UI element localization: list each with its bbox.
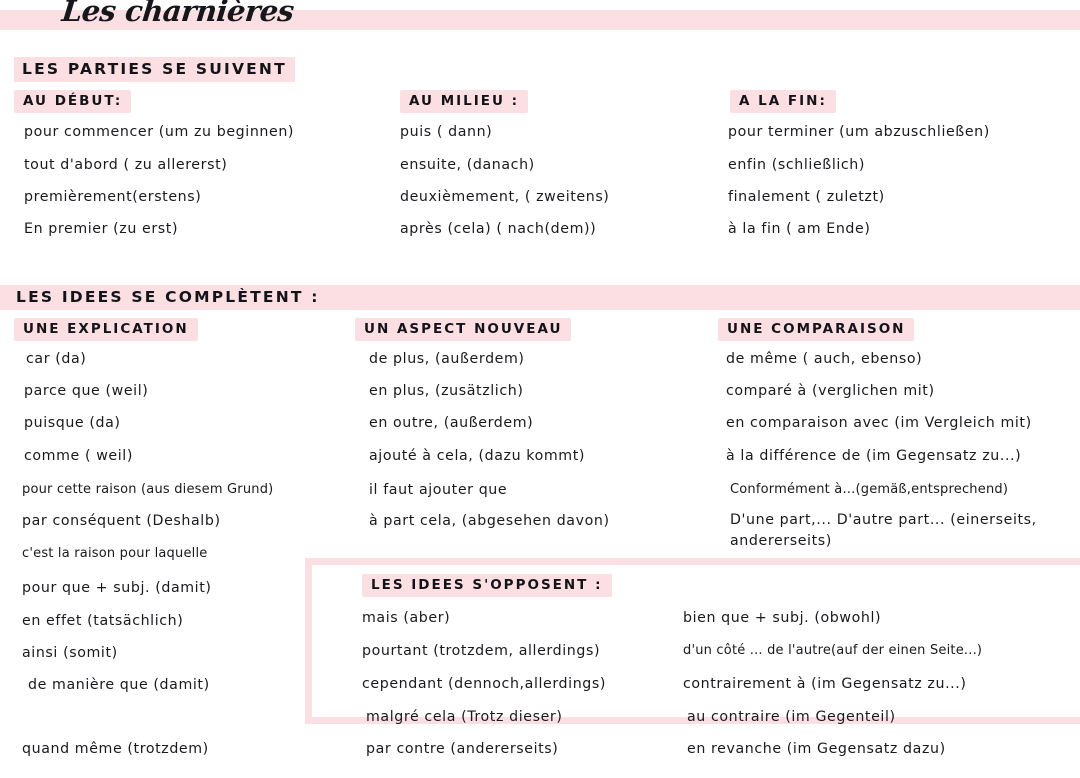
- entry-item: En premier (zu erst): [24, 221, 179, 237]
- entry-item: malgré cela (Trotz dieser): [366, 709, 563, 725]
- entry-item: d'un côté ... de l'autre(auf der einen S…: [683, 643, 983, 658]
- entry-item: à la différence de (im Gegensatz zu...): [726, 448, 1022, 464]
- column-heading-un-aspect-nouveau: UN ASPECT NOUVEAU: [355, 318, 572, 341]
- entry-item: car (da): [26, 351, 87, 367]
- entry-item: ensuite, (danach): [400, 157, 535, 173]
- entry-item: Conformément à...(gemäß,entsprechend): [730, 482, 1009, 497]
- entry-item: par conséquent (Deshalb): [22, 513, 221, 529]
- entry-item: mais (aber): [362, 610, 451, 626]
- entry-item: de même ( auch, ebenso): [726, 351, 923, 367]
- entry-item: comme ( weil): [24, 448, 133, 464]
- entry-item: contrairement à (im Gegensatz zu...): [683, 676, 967, 692]
- entry-item: ajouté à cela, (dazu kommt): [369, 448, 586, 464]
- entry-item: parce que (weil): [24, 383, 149, 399]
- column-heading-une-explication: UNE EXPLICATION: [14, 318, 198, 341]
- entry-item: pour cette raison (aus diesem Grund): [22, 482, 274, 497]
- column-heading-a-la-fin: A LA FIN:: [730, 90, 836, 113]
- entry-item: deuxièmement, ( zweitens): [400, 189, 610, 205]
- entry-item: bien que + subj. (obwohl): [683, 610, 882, 626]
- entry-item: de manière que (damit): [28, 677, 210, 693]
- entry-item: pour commencer (um zu beginnen): [24, 124, 295, 140]
- entry-item: ainsi (somit): [22, 645, 118, 661]
- entry-item: il faut ajouter que: [369, 482, 508, 498]
- column-heading-une-comparaison: UNE COMPARAISON: [718, 318, 915, 341]
- entry-item: puisque (da): [24, 415, 121, 431]
- page-title: Les charnières: [60, 0, 296, 28]
- entry-item: tout d'abord ( zu allererst): [24, 157, 228, 173]
- entry-item: quand même (trotzdem): [22, 741, 209, 757]
- entry-item: c'est la raison pour laquelle: [22, 546, 208, 561]
- section-heading-opposent: LES IDEES S'OPPOSENT :: [362, 574, 612, 597]
- entry-item: pour terminer (um abzuschließen): [728, 124, 990, 140]
- column-heading-au-debut: AU DÉBUT:: [14, 90, 132, 113]
- entry-item: en outre, (außerdem): [369, 415, 534, 431]
- entry-item: à la fin ( am Ende): [728, 221, 871, 237]
- entry-item: en revanche (im Gegensatz dazu): [687, 741, 946, 757]
- entry-item: en effet (tatsächlich): [22, 613, 184, 629]
- entry-item: pourtant (trotzdem, allerdings): [362, 643, 601, 659]
- entry-item: puis ( dann): [400, 124, 493, 140]
- entry-item: de plus, (außerdem): [369, 351, 525, 367]
- entry-item: à part cela, (abgesehen davon): [369, 513, 610, 529]
- entry-item: par contre (andererseits): [366, 741, 559, 757]
- entry-item: finalement ( zuletzt): [728, 189, 885, 205]
- section-heading-completent: LES IDEES SE COMPLÈTENT :: [0, 285, 1080, 310]
- entry-item: premièrement(erstens): [24, 189, 202, 205]
- column-heading-au-milieu: AU MILIEU :: [400, 90, 529, 113]
- entry-item: pour que + subj. (damit): [22, 580, 212, 596]
- entry-item: au contraire (im Gegenteil): [687, 709, 896, 725]
- entry-item: cependant (dennoch,allerdings): [362, 676, 607, 692]
- entry-item: en comparaison avec (im Vergleich mit): [726, 415, 1032, 431]
- entry-item: après (cela) ( nach(dem)): [400, 221, 597, 237]
- entry-item: D'une part,... D'autre part... (einersei…: [730, 512, 1037, 549]
- entry-item: enfin (schließlich): [728, 157, 866, 173]
- section-heading-parties: LES PARTIES SE SUIVENT: [14, 57, 295, 82]
- entry-item: en plus, (zusätzlich): [369, 383, 524, 399]
- entry-item: comparé à (verglichen mit): [726, 383, 935, 399]
